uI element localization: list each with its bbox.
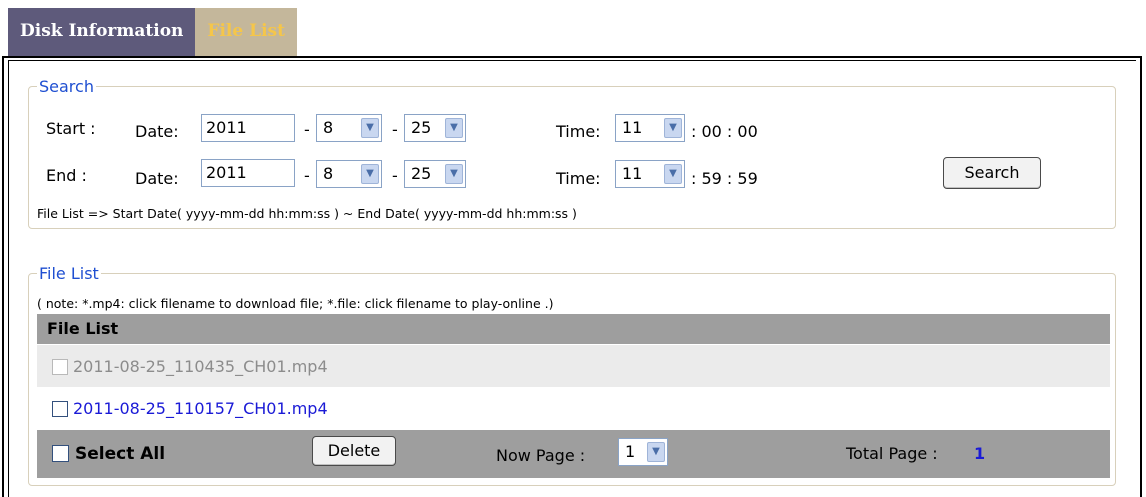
end-dash-2: - (392, 166, 398, 185)
search-format-note: File List => Start Date( yyyy-mm-dd hh:m… (37, 206, 577, 221)
tab-bar: Disk Information File List (8, 8, 297, 56)
end-date-label: Date: (135, 169, 179, 188)
end-hour-value: 11 (622, 164, 643, 183)
start-hour-value: 11 (622, 118, 643, 137)
chevron-down-icon[interactable]: ▼ (445, 118, 463, 138)
start-year-input[interactable]: 2011 (201, 114, 295, 142)
start-day-select[interactable]: 25 ▼ (404, 114, 466, 142)
file-list-legend: File List (39, 264, 99, 283)
end-label: End : (46, 166, 87, 185)
start-hour-select[interactable]: 11 ▼ (615, 114, 685, 142)
file-checkbox[interactable] (52, 401, 68, 417)
start-time-label: Time: (556, 122, 601, 141)
start-min-sec: : 00 : 00 (691, 122, 758, 141)
start-month-select[interactable]: 8 ▼ (316, 114, 382, 142)
chevron-down-icon[interactable]: ▼ (664, 118, 682, 138)
end-min-sec: : 59 : 59 (691, 169, 758, 188)
start-date-label: Date: (135, 122, 179, 141)
tab-file-list[interactable]: File List (195, 8, 297, 56)
end-hour-select[interactable]: 11 ▼ (615, 160, 685, 188)
file-list-note: ( note: *.mp4: click filename to downloa… (37, 296, 554, 311)
file-link[interactable]: 2011-08-25_110435_CH01.mp4 (73, 357, 328, 376)
delete-button[interactable]: Delete (312, 436, 396, 466)
chevron-down-icon[interactable]: ▼ (664, 164, 682, 184)
file-list-header-label: File List (47, 319, 119, 338)
start-dash-2: - (392, 120, 398, 139)
select-all-label[interactable]: Select All (75, 444, 165, 464)
chevron-down-icon[interactable]: ▼ (361, 118, 379, 138)
chevron-down-icon[interactable]: ▼ (647, 442, 665, 462)
chevron-down-icon[interactable]: ▼ (445, 164, 463, 184)
end-dash-1: - (304, 166, 310, 185)
table-row: 2011-08-25_110157_CH01.mp4 (37, 389, 1110, 429)
file-list-footer: Select All Delete Now Page : 1 ▼ Total P… (37, 430, 1110, 478)
file-checkbox[interactable] (52, 359, 68, 375)
table-row: 2011-08-25_110435_CH01.mp4 (37, 345, 1110, 387)
now-page-value: 1 (625, 442, 636, 461)
total-page-label: Total Page : (846, 444, 938, 463)
start-label: Start : (46, 119, 96, 138)
now-page-label: Now Page : (496, 446, 586, 465)
tab-disk-information[interactable]: Disk Information (8, 8, 196, 56)
search-button[interactable]: Search (943, 157, 1041, 189)
start-month-value: 8 (323, 118, 334, 137)
start-day-value: 25 (411, 118, 432, 137)
end-day-select[interactable]: 25 ▼ (404, 160, 466, 188)
total-page-value: 1 (974, 444, 986, 463)
file-link[interactable]: 2011-08-25_110157_CH01.mp4 (73, 399, 328, 418)
chevron-down-icon[interactable]: ▼ (361, 164, 379, 184)
end-year-input[interactable]: 2011 (201, 159, 295, 187)
end-month-select[interactable]: 8 ▼ (316, 160, 382, 188)
end-time-label: Time: (556, 169, 601, 188)
start-dash-1: - (304, 120, 310, 139)
select-all-checkbox[interactable] (52, 445, 69, 462)
end-month-value: 8 (323, 164, 334, 183)
search-legend: Search (39, 77, 94, 96)
now-page-select[interactable]: 1 ▼ (618, 438, 668, 466)
end-day-value: 25 (411, 164, 432, 183)
file-list-header: File List (37, 314, 1110, 344)
